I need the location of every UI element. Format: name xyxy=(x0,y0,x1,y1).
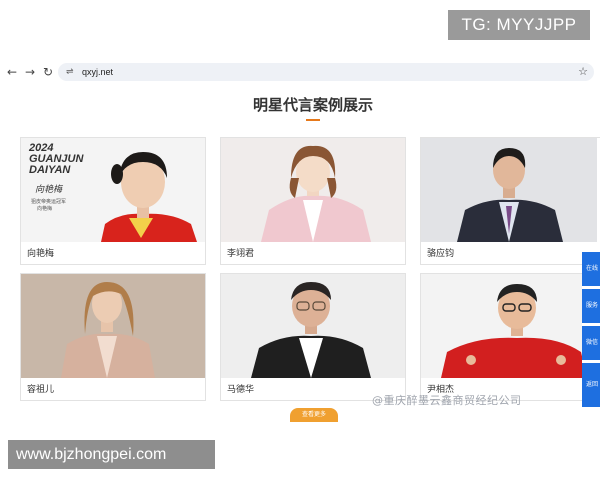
celebrity-card[interactable]: 李翊君 xyxy=(220,137,406,265)
browser-toolbar: ← → ↻ ⇌ qxyj.net ☆ xyxy=(0,60,600,84)
side-button-service[interactable]: 服务 xyxy=(582,289,600,323)
side-button-wechat[interactable]: 微信 xyxy=(582,326,600,360)
celebrity-card[interactable]: 骆应钧 xyxy=(420,137,600,265)
reload-icon[interactable]: ↻ xyxy=(40,64,56,80)
celebrity-card[interactable]: 马德华 xyxy=(220,273,406,401)
address-bar[interactable]: ⇌ qxyj.net ☆ xyxy=(58,63,594,81)
celebrity-photo xyxy=(21,274,205,378)
title-underline xyxy=(306,119,320,121)
tg-badge: TG: MYYJJPP xyxy=(448,10,590,40)
overlay-line2: DAIYAN xyxy=(29,164,71,176)
celebrity-photo xyxy=(221,138,405,242)
celebrity-name: 向艳梅 xyxy=(27,249,55,259)
back-arrow-icon[interactable]: ← xyxy=(4,64,20,80)
overlay-caption: 狙皮帝奥运冠军 xyxy=(31,199,67,205)
side-button-back[interactable]: 返回 xyxy=(582,363,600,407)
celebrity-name: 骆应钧 xyxy=(427,249,455,259)
celebrity-photo xyxy=(221,274,405,378)
page-title: 明星代言案例展示 xyxy=(252,96,373,114)
celebrity-card[interactable]: 容祖儿 xyxy=(20,273,206,401)
forward-arrow-icon[interactable]: → xyxy=(22,64,38,80)
side-button-online[interactable]: 在线 xyxy=(582,252,600,286)
site-info-icon[interactable]: ⇌ xyxy=(66,65,74,79)
url-banner: www.bjzhongpei.com xyxy=(8,440,215,469)
view-more-button[interactable]: 查看更多 xyxy=(290,408,338,422)
celebrity-name: 容祖儿 xyxy=(27,385,55,395)
celebrity-photo xyxy=(421,138,600,242)
overlay-signature: 向艳梅 xyxy=(35,184,63,194)
celebrity-card[interactable]: 尹相杰 xyxy=(420,273,600,401)
address-text[interactable]: qxyj.net xyxy=(82,65,113,79)
celebrity-name: 马德华 xyxy=(227,385,255,395)
celebrity-photo xyxy=(421,274,600,378)
star-icon[interactable]: ☆ xyxy=(578,64,588,80)
watermark: @重庆醉墨云鑫商贸经纪公司 xyxy=(372,394,522,407)
overlay-caption-2: 向艳梅 xyxy=(37,206,53,212)
celebrity-name: 李翊君 xyxy=(227,249,255,259)
celebrity-card[interactable]: 2024 GUANJUN DAIYAN 向艳梅 狙皮帝奥运冠军 向艳梅 向艳梅 xyxy=(20,137,206,265)
